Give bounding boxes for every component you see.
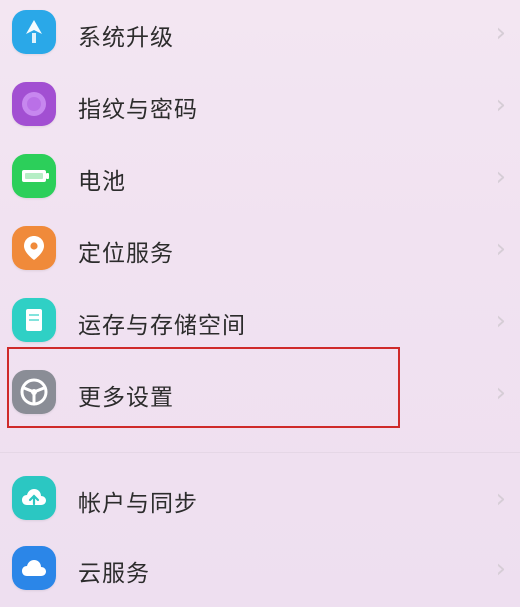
settings-item-label: 帐户与同步 [78,491,198,517]
chevron-right-icon: › [495,378,506,408]
settings-item-storage[interactable]: 运存与存储空间 › [0,288,520,352]
settings-item-location[interactable]: 定位服务 › [0,216,520,280]
highlight-box [7,347,400,428]
chevron-right-icon: › [495,484,506,514]
settings-item-battery[interactable]: 电池 › [0,144,520,208]
chevron-right-icon: › [495,306,506,336]
storage-icon [12,298,56,342]
system-update-icon [12,10,56,54]
chevron-right-icon: › [495,90,506,120]
chevron-right-icon: › [495,554,506,584]
cloud-service-icon [12,546,56,590]
settings-item-label: 指纹与密码 [78,97,198,123]
battery-icon [12,154,56,198]
location-icon [12,226,56,270]
settings-item-label: 电池 [78,169,126,195]
section-divider [0,452,520,453]
settings-item-label: 定位服务 [78,241,174,267]
chevron-right-icon: › [495,234,506,264]
settings-item-system-update[interactable]: 系统升级 › [0,0,520,64]
settings-list: 系统升级 › 指纹与密码 › 电池 › 定位服务 › 运存与存储空间 › 更多设… [0,0,520,607]
settings-item-cloud-service[interactable]: 云服务 › [0,536,520,600]
settings-item-fingerprint-password[interactable]: 指纹与密码 › [0,72,520,136]
account-sync-icon [12,476,56,520]
settings-item-label: 运存与存储空间 [78,313,246,339]
chevron-right-icon: › [495,162,506,192]
fingerprint-icon [12,82,56,126]
settings-item-account-sync[interactable]: 帐户与同步 › [0,466,520,530]
settings-item-label: 系统升级 [78,25,174,51]
settings-item-label: 云服务 [78,561,150,587]
chevron-right-icon: › [495,18,506,48]
